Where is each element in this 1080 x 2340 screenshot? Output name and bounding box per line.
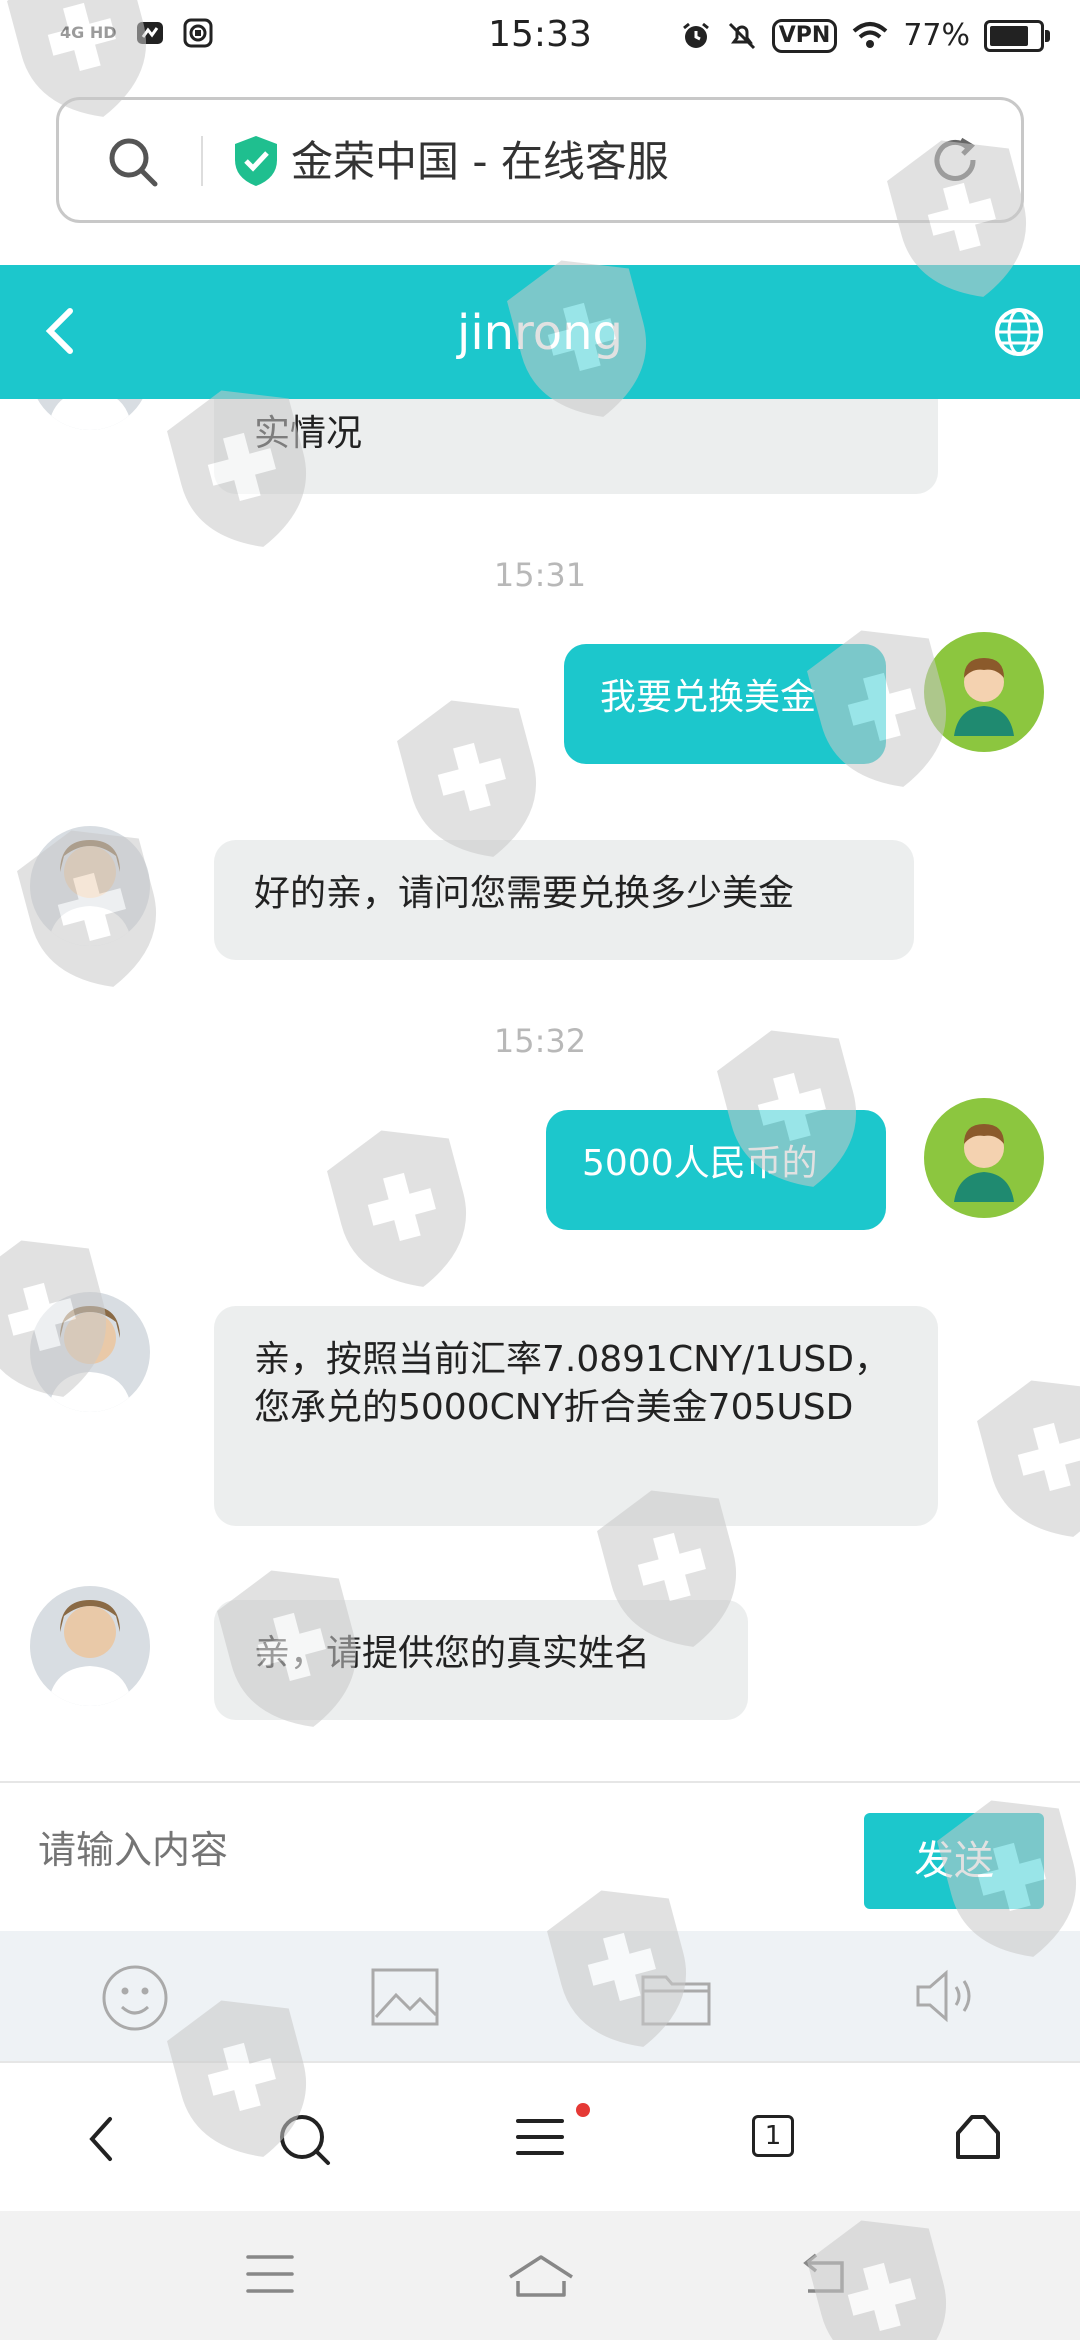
agent-avatar <box>30 1586 150 1706</box>
message-bubble-outgoing: 5000人民币的 <box>546 1110 886 1230</box>
timestamp: 15:31 <box>493 556 587 594</box>
back-icon[interactable] <box>796 2251 852 2299</box>
user-avatar <box>924 1098 1044 1218</box>
battery-icon <box>984 19 1050 52</box>
search-icon[interactable] <box>105 134 161 190</box>
battery-percent: 77% <box>903 18 970 53</box>
globe-icon[interactable] <box>992 305 1046 359</box>
agent-avatar <box>30 826 150 946</box>
vpn-badge: VPN <box>771 18 838 53</box>
message-bubble-incoming: 亲，按照当前汇率7.0891CNY/1USD，您承兑的5000CNY折合美金70… <box>214 1306 938 1526</box>
wifi-icon <box>852 21 888 48</box>
emoji-icon[interactable] <box>100 1963 170 2033</box>
user-avatar-icon <box>954 1124 1014 1202</box>
message-bubble-outgoing: 我要兑换美金 <box>564 644 886 764</box>
url-title[interactable]: 金荣中国 - 在线客服 <box>291 128 669 189</box>
browser-nav-bar: 1 <box>0 2061 1080 2213</box>
message-text: 好的亲，请问您需要兑换多少美金 <box>254 873 795 914</box>
voice-icon[interactable] <box>912 1963 978 2029</box>
agent-avatar <box>30 1292 150 1412</box>
notification-dot <box>576 2103 590 2117</box>
alarm-icon <box>682 22 709 48</box>
reload-icon[interactable] <box>927 132 983 188</box>
url-divider <box>201 136 203 186</box>
system-nav-bar <box>0 2211 1080 2340</box>
status-right-icons: VPN 77% <box>680 18 1050 53</box>
home-icon[interactable] <box>506 2251 576 2301</box>
home-icon[interactable] <box>952 2111 1004 2163</box>
message-input-bar: 发送 <box>0 1781 1080 1933</box>
recent-apps-icon[interactable] <box>244 2251 296 2297</box>
agent-avatar-icon <box>48 1306 132 1412</box>
message-text: 5000人民币的 <box>582 1143 818 1184</box>
chat-header: jinrong <box>0 265 1080 399</box>
user-avatar-icon <box>954 658 1014 736</box>
message-bubble-incoming: 亲，请提供您的真实姓名 <box>214 1600 748 1720</box>
status-bar: 4G HD 15:33 VPN 77% <box>0 0 1080 86</box>
url-bar[interactable]: 金荣中国 - 在线客服 <box>56 97 1024 223</box>
image-icon[interactable] <box>370 1967 440 2027</box>
search-icon[interactable] <box>276 2111 332 2167</box>
message-text: 亲，请提供您的真实姓名 <box>254 1633 651 1674</box>
agent-avatar-icon <box>48 1600 132 1706</box>
message-input[interactable] <box>36 1827 820 1873</box>
send-button[interactable]: 发送 <box>864 1813 1044 1909</box>
message-text: 我要兑换美金 <box>600 677 817 718</box>
agent-avatar-icon <box>48 840 132 946</box>
tabs-icon[interactable]: 1 <box>752 2115 794 2157</box>
chat-tool-row <box>0 1931 1080 2061</box>
chat-title: jinrong <box>456 305 624 361</box>
chat-list[interactable] <box>0 399 1080 1781</box>
folder-icon[interactable] <box>640 1969 712 2027</box>
menu-icon[interactable] <box>514 2111 566 2163</box>
timestamp: 15:32 <box>493 1022 587 1060</box>
mute-icon <box>728 22 755 49</box>
back-icon[interactable] <box>82 2111 122 2167</box>
message-text: 亲，按照当前汇率7.0891CNY/1USD，您承兑的5000CNY折合美金70… <box>254 1339 890 1428</box>
verified-shield-icon <box>235 136 277 186</box>
message-bubble-incoming: 好的亲，请问您需要兑换多少美金 <box>214 840 914 960</box>
message-text: 实情况 <box>254 413 363 454</box>
user-avatar <box>924 632 1044 752</box>
